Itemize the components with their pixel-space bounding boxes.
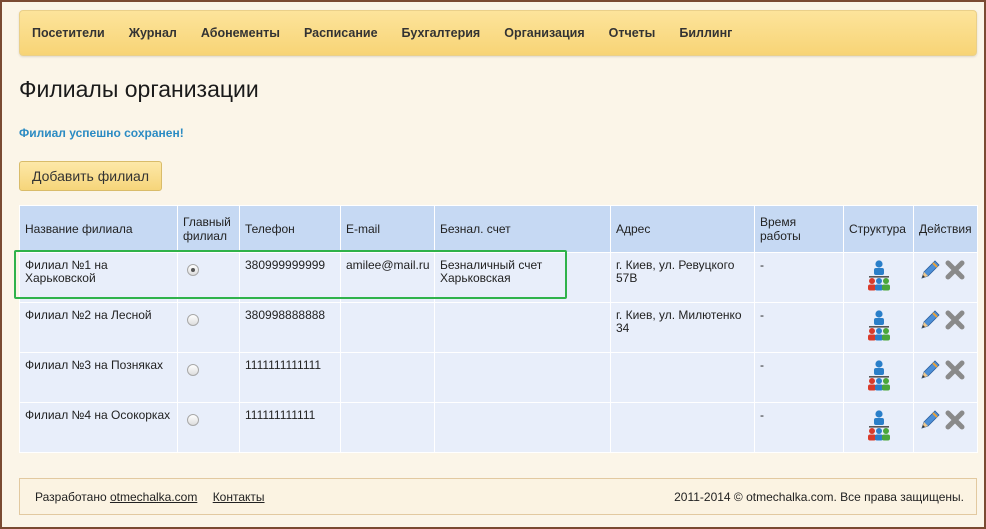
developed-by-label: Разработано: [35, 490, 107, 504]
main-branch-radio[interactable]: [187, 414, 199, 426]
branch-phone: 111111111111: [239, 402, 341, 453]
structure-cell: [843, 352, 914, 403]
branch-hours: -: [754, 302, 844, 353]
main-branch-cell: [177, 302, 240, 353]
branch-phone: 1111111111111: [239, 352, 341, 403]
col-header-main: Главный филиал: [177, 205, 240, 253]
branch-hours: -: [754, 252, 844, 303]
success-message: Филиал успешно сохранен!: [19, 126, 184, 140]
col-header-name: Название филиала: [19, 205, 178, 253]
branch-account: Безналичный счет Харьковская: [434, 252, 611, 303]
branch-name: Филиал №3 на Позняках: [19, 352, 178, 403]
nav-subscriptions[interactable]: Абонементы: [189, 11, 292, 55]
col-header-address: Адрес: [610, 205, 755, 253]
table-row: Филиал №1 на Харьковской 380999999999 am…: [19, 252, 978, 303]
pencil-icon[interactable]: [919, 359, 941, 384]
main-branch-radio[interactable]: [187, 364, 199, 376]
branch-hours: -: [754, 352, 844, 403]
add-branch-button[interactable]: Добавить филиал: [19, 161, 162, 191]
nav-organization[interactable]: Организация: [492, 11, 596, 55]
close-icon[interactable]: [944, 409, 966, 434]
col-header-email: E-mail: [340, 205, 435, 253]
branch-account: [434, 352, 611, 403]
main-branch-radio[interactable]: [187, 314, 199, 326]
structure-cell: [843, 252, 914, 303]
branch-address: [610, 352, 755, 403]
nav-reports[interactable]: Отчеты: [597, 11, 668, 55]
main-branch-cell: [177, 402, 240, 453]
close-icon[interactable]: [944, 309, 966, 334]
nav-billing[interactable]: Биллинг: [667, 11, 744, 55]
org-structure-icon[interactable]: [866, 259, 892, 298]
footer: Разработано otmechalka.com Контакты 2011…: [19, 478, 977, 515]
main-branch-cell: [177, 252, 240, 303]
branch-account: [434, 402, 611, 453]
table-row: Филиал №4 на Осокорках 111111111111 -: [19, 402, 978, 453]
close-icon[interactable]: [944, 259, 966, 284]
main-branch-radio[interactable]: [187, 264, 199, 276]
actions-cell: [913, 302, 978, 353]
branch-address: г. Киев, ул. Милютенко 34: [610, 302, 755, 353]
nav-journal[interactable]: Журнал: [117, 11, 189, 55]
branch-email: amilee@mail.ru: [340, 252, 435, 303]
nav-accounting[interactable]: Бухгалтерия: [390, 11, 493, 55]
org-structure-icon[interactable]: [866, 309, 892, 348]
structure-cell: [843, 302, 914, 353]
close-icon[interactable]: [944, 359, 966, 384]
actions-cell: [913, 352, 978, 403]
col-header-phone: Телефон: [239, 205, 341, 253]
table-row: Филиал №3 на Позняках 1111111111111 -: [19, 352, 978, 403]
page-title: Филиалы организации: [19, 76, 259, 102]
site-link[interactable]: otmechalka.com: [110, 490, 197, 504]
actions-cell: [913, 252, 978, 303]
pencil-icon[interactable]: [919, 309, 941, 334]
branch-email: [340, 302, 435, 353]
branch-address: [610, 402, 755, 453]
footer-links: Разработано otmechalka.com Контакты: [35, 490, 277, 504]
table-header-row: Название филиала Главный филиал Телефон …: [19, 205, 978, 253]
nav-schedule[interactable]: Расписание: [292, 11, 390, 55]
branch-hours: -: [754, 402, 844, 453]
pencil-icon[interactable]: [919, 409, 941, 434]
app-frame: Посетители Журнал Абонементы Расписание …: [0, 0, 986, 529]
branch-email: [340, 402, 435, 453]
branches-table: Название филиала Главный филиал Телефон …: [19, 205, 978, 453]
pencil-icon[interactable]: [919, 259, 941, 284]
org-structure-icon[interactable]: [866, 409, 892, 448]
contacts-link[interactable]: Контакты: [213, 490, 265, 504]
table-row: Филиал №2 на Лесной 380998888888 г. Киев…: [19, 302, 978, 353]
branch-phone: 380998888888: [239, 302, 341, 353]
col-header-account: Безнал. счет: [434, 205, 611, 253]
branch-account: [434, 302, 611, 353]
main-nav: Посетители Журнал Абонементы Расписание …: [19, 10, 977, 56]
nav-visitors[interactable]: Посетители: [20, 11, 117, 55]
branch-name: Филиал №4 на Осокорках: [19, 402, 178, 453]
actions-cell: [913, 402, 978, 453]
col-header-actions: Действия: [913, 205, 978, 253]
branch-name: Филиал №1 на Харьковской: [19, 252, 178, 303]
org-structure-icon[interactable]: [866, 359, 892, 398]
branch-name: Филиал №2 на Лесной: [19, 302, 178, 353]
col-header-structure: Структура: [843, 205, 914, 253]
branch-phone: 380999999999: [239, 252, 341, 303]
branch-email: [340, 352, 435, 403]
copyright: 2011-2014 © otmechalka.com. Все права за…: [674, 490, 964, 504]
main-branch-cell: [177, 352, 240, 403]
branch-address: г. Киев, ул. Ревуцкого 57В: [610, 252, 755, 303]
col-header-hours: Время работы: [754, 205, 844, 253]
structure-cell: [843, 402, 914, 453]
